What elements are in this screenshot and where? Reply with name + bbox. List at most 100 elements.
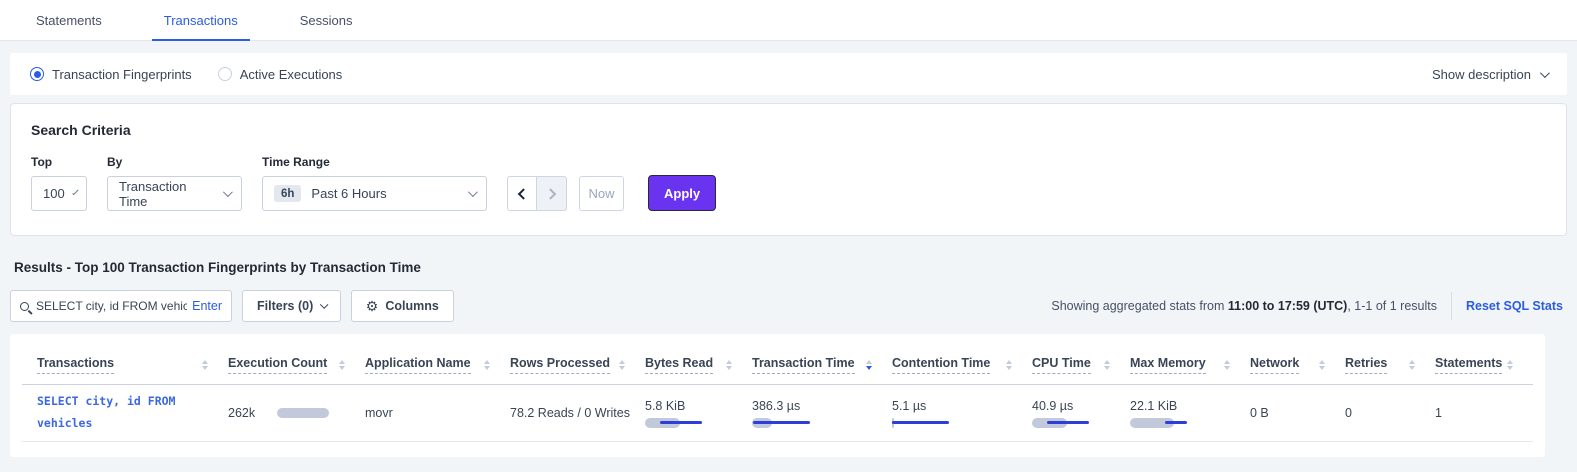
time-range-select[interactable]: 6h Past 6 Hours <box>262 176 487 211</box>
cell-value: 262k <box>228 406 255 420</box>
cell-retries: 0 <box>1345 406 1435 420</box>
sort-icon[interactable] <box>726 360 732 370</box>
execution-count-bar <box>277 408 329 418</box>
column-label: CPU Time <box>1032 356 1091 374</box>
cell-transaction-time: 386.3 µs <box>752 399 892 428</box>
bar-chart <box>752 418 810 428</box>
radio-transaction-fingerprints[interactable]: Transaction Fingerprints <box>30 67 192 82</box>
tab-transactions[interactable]: Transactions <box>152 0 250 40</box>
chevron-down-icon <box>321 301 329 309</box>
transaction-fingerprint-link[interactable]: SELECT city, id FROM vehicles <box>37 391 215 435</box>
column-label: Bytes Read <box>645 356 713 374</box>
column-header-max-memory[interactable]: Max Memory <box>1130 344 1250 384</box>
column-label: Max Memory <box>1130 356 1206 374</box>
columns-button[interactable]: ⚙ Columns <box>351 290 454 322</box>
column-label: Transactions <box>37 356 114 374</box>
vertical-divider <box>1451 292 1452 320</box>
sort-icon[interactable] <box>1409 360 1415 370</box>
search-criteria-title: Search Criteria <box>31 122 1546 138</box>
column-header-transactions[interactable]: Transactions <box>22 344 228 384</box>
stats-text: Showing aggregated stats from 11:00 to 1… <box>1051 299 1437 313</box>
sort-icon[interactable] <box>619 360 625 370</box>
sort-icon[interactable] <box>339 360 345 370</box>
sort-icon[interactable] <box>1507 360 1513 370</box>
radio-selected-icon[interactable] <box>30 67 44 81</box>
bar-chart <box>645 418 703 428</box>
sort-icon[interactable] <box>866 360 872 370</box>
results-toolbar: Enter Filters (0) ⚙ Columns Showing aggr… <box>10 290 1567 322</box>
stats-summary: Showing aggregated stats from 11:00 to 1… <box>1051 292 1567 320</box>
search-criteria-card: Search Criteria Top 100 By Transaction T… <box>10 103 1567 236</box>
cell-value: 22.1 KiB <box>1130 399 1238 413</box>
search-box[interactable]: Enter <box>10 290 232 322</box>
cell-rows-processed: 78.2 Reads / 0 Writes <box>510 406 645 420</box>
column-header-transaction-time[interactable]: Transaction Time <box>752 344 892 384</box>
chevron-down-icon <box>72 189 79 196</box>
transactions-table: Transactions Execution Count Application N… <box>10 334 1545 457</box>
cell-application-name: movr <box>365 406 510 420</box>
column-header-rows-processed[interactable]: Rows Processed <box>510 344 645 384</box>
time-prev-button[interactable] <box>507 176 537 211</box>
table-header-row: Transactions Execution Count Application N… <box>22 344 1533 385</box>
by-label: By <box>107 155 242 169</box>
by-select[interactable]: Transaction Time <box>107 176 242 211</box>
sort-icon[interactable] <box>1104 360 1110 370</box>
radio-label: Active Executions <box>240 67 343 82</box>
search-input[interactable] <box>36 299 187 313</box>
chevron-down-icon <box>223 187 233 197</box>
cell-cpu-time: 40.9 µs <box>1032 399 1130 428</box>
cell-bytes-read: 5.8 KiB <box>645 399 752 428</box>
column-header-statements[interactable]: Statements <box>1435 344 1533 384</box>
columns-label: Columns <box>385 299 438 313</box>
filters-button[interactable]: Filters (0) <box>242 290 341 322</box>
bar-chart <box>1130 418 1188 428</box>
cell-max-memory: 22.1 KiB <box>1130 399 1250 428</box>
cell-statements: 1 <box>1435 406 1533 420</box>
sort-icon[interactable] <box>484 360 490 370</box>
column-label: Rows Processed <box>510 356 610 374</box>
chevron-down-icon <box>468 187 478 197</box>
apply-button[interactable]: Apply <box>648 175 716 211</box>
tab-statements[interactable]: Statements <box>24 0 114 40</box>
show-description-toggle[interactable]: Show description <box>1432 67 1547 82</box>
table-row: SELECT city, id FROM vehicles 262k movr78.… <box>22 385 1533 442</box>
sort-icon[interactable] <box>1224 360 1230 370</box>
cell-contention-time: 5.1 µs <box>892 399 1032 428</box>
column-header-retries[interactable]: Retries <box>1345 344 1435 384</box>
cell-value: 0 B <box>1250 406 1333 420</box>
search-criteria-form: Top 100 By Transaction Time Time Range 6… <box>31 155 1546 211</box>
column-header-network[interactable]: Network <box>1250 344 1345 384</box>
column-header-application-name[interactable]: Application Name <box>365 344 510 384</box>
sort-icon[interactable] <box>1006 360 1012 370</box>
column-label: Contention Time <box>892 356 990 374</box>
column-header-cpu-time[interactable]: CPU Time <box>1032 344 1130 384</box>
column-label: Application Name <box>365 356 471 374</box>
tab-sessions[interactable]: Sessions <box>288 0 365 40</box>
top-value: 100 <box>43 186 65 201</box>
stats-range: 11:00 to 17:59 (UTC) <box>1228 299 1347 313</box>
by-group: By Transaction Time <box>107 155 242 211</box>
radio-unselected-icon[interactable] <box>218 67 232 81</box>
cell-value: 5.8 KiB <box>645 399 740 413</box>
radio-label: Transaction Fingerprints <box>52 67 192 82</box>
top-select[interactable]: 100 <box>31 176 87 211</box>
reset-sql-stats-link[interactable]: Reset SQL Stats <box>1466 299 1563 313</box>
search-enter-button[interactable]: Enter <box>192 299 222 313</box>
column-header-contention-time[interactable]: Contention Time <box>892 344 1032 384</box>
time-next-button[interactable] <box>537 176 567 211</box>
cell-value: 386.3 µs <box>752 399 880 413</box>
cell-value: 1 <box>1435 406 1521 420</box>
cell-value: 40.9 µs <box>1032 399 1118 413</box>
time-range-value: Past 6 Hours <box>311 186 460 201</box>
now-button[interactable]: Now <box>579 176 624 211</box>
chevron-right-icon <box>544 188 555 199</box>
sort-icon[interactable] <box>202 360 208 370</box>
sort-icon[interactable] <box>1319 360 1325 370</box>
page-tabs: Statements Transactions Sessions <box>0 0 1577 41</box>
time-range-group: Time Range 6h Past 6 Hours <box>262 155 487 211</box>
column-header-execution-count[interactable]: Execution Count <box>228 344 365 384</box>
column-label: Execution Count <box>228 356 327 374</box>
cell-network: 0 B <box>1250 406 1345 420</box>
radio-active-executions[interactable]: Active Executions <box>218 67 343 82</box>
column-header-bytes-read[interactable]: Bytes Read <box>645 344 752 384</box>
